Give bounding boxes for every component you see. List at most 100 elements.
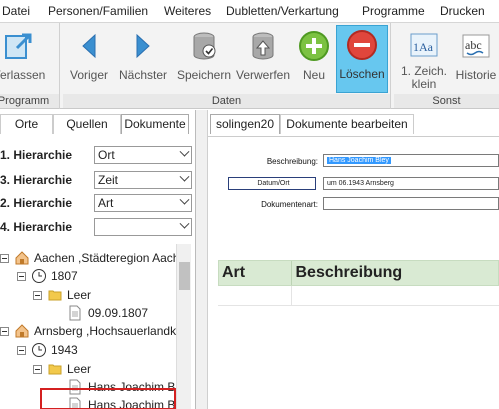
verwerfen-button[interactable]: Verwerfen [235,27,291,91]
historie-label: Historie [455,68,497,82]
beschreibung-field[interactable]: Hans Joachim Bley [323,154,499,167]
verwerfen-label: Verwerfen [235,68,291,82]
tree-node-label: 1807 [51,269,78,283]
chevron-down-icon [179,218,190,229]
menu-bar: Datei Personen/Familien Weiteres Dublett… [0,0,499,22]
dokumentenart-field[interactable] [323,197,499,210]
voriger-label: Voriger [69,68,109,82]
verlassen-button[interactable]: Verlassen [0,27,52,91]
tree-node[interactable]: Aachen ,Städteregion Aach [0,249,176,267]
voriger-button[interactable]: Voriger [65,27,113,91]
hierarchy-3-select[interactable]: Art [94,194,192,212]
house-icon [15,324,29,338]
grid-col-beschreibung[interactable]: Beschreibung [292,261,498,285]
plus-icon [297,29,331,63]
hierarchy-1-value: Ort [98,148,115,162]
menu-dubletten-verkartung[interactable]: Dubletten/Verkartung [226,4,339,18]
clock-icon [32,343,46,357]
hierarchy-1-label: 1. Hierarchie [0,148,73,162]
neu-button[interactable]: Neu [293,27,335,91]
arrow-right-icon [126,29,160,63]
menu-personen-familien[interactable]: Personen/Familien [48,4,148,18]
beschreibung-label: Beschreibung: [266,157,318,166]
speichern-button[interactable]: Speichern [173,27,235,91]
neu-label: Neu [302,68,325,82]
ribbon: Verlassen Programm Voriger Nächster [0,22,499,109]
selection-highlight-box [40,388,176,409]
datum-ort-label: Datum/Ort [257,180,290,187]
historie-button[interactable]: abc Historie [452,27,499,91]
collapse-icon[interactable] [33,364,42,374]
ribbon-group-daten: Voriger Nächster Speichern Verwerfen Neu… [63,23,391,109]
arrow-left-icon [72,29,106,63]
spellcheck-icon: abc [459,29,493,63]
ribbon-group-programm: Verlassen Programm [0,23,60,109]
collapse-icon[interactable] [17,345,26,355]
tree-node-label: Leer [67,288,92,302]
collapse-icon[interactable] [0,326,9,336]
loeschen-button[interactable]: Löschen [336,25,388,93]
tree-node[interactable]: 1807 [17,267,78,285]
tree-node-label: Leer [67,362,92,376]
menu-programme[interactable]: Programme [362,4,425,18]
erste-zeichen-label-line2: klein [411,77,437,91]
hierarchy-row-1: 1. Hierarchie Ort [0,146,192,164]
datum-ort-value: um 06.1943 Arnsberg [327,180,394,187]
minus-icon [345,28,379,62]
grid-row[interactable] [218,286,499,306]
panel-splitter[interactable] [196,110,208,409]
hierarchy-row-3: 2. Hierarchie Art [0,194,192,212]
collapse-icon[interactable] [17,271,26,281]
hierarchy-3-label: 2. Hierarchie [0,196,73,210]
tab-quellen[interactable]: Quellen [53,114,121,134]
hierarchy-3-value: Art [98,196,114,210]
tree-node[interactable]: 1943 [17,341,78,359]
tab-orte[interactable]: Orte [0,114,53,134]
tab-dokumente-bearbeiten[interactable]: Dokumente bearbeiten [280,114,414,134]
left-panel: Orte Quellen Dokumente 1. Hierarchie Ort… [0,110,196,409]
tab-solingen20[interactable]: solingen20 [210,114,280,134]
dokumentenart-label: Dokumentenart: [261,200,318,209]
spellcheck-icon-text: abc [465,38,482,52]
menu-weiteres[interactable]: Weiteres [164,4,211,18]
tree-scrollbar[interactable] [176,244,191,409]
sonst-group-label: Sonst [394,94,499,108]
chevron-down-icon [179,171,190,182]
datum-ort-field[interactable]: um 06.1943 Arnsberg [323,177,499,190]
document-form: Beschreibung: Hans Joachim Bley Datum/Or… [208,136,499,346]
collapse-icon[interactable] [0,253,9,263]
house-icon [15,251,29,265]
tree-node-label: 09.09.1807 [88,306,149,320]
tree-node[interactable]: 09.09.1807 [68,304,148,322]
datum-ort-button[interactable]: Datum/Ort [228,177,316,190]
save-db-icon [187,29,221,63]
hierarchy-2-select[interactable]: Zeit [94,171,192,189]
grid-col-art[interactable]: Art [219,261,293,285]
menu-datei[interactable]: Datei [2,4,30,18]
tree-scrollbar-thumb[interactable] [179,262,190,290]
tree-node[interactable]: Leer [33,286,91,304]
exit-icon [2,29,36,63]
loeschen-label: Löschen [339,67,385,81]
clock-icon [32,269,46,283]
discard-db-icon [246,29,280,63]
case-icon: 1Aa [407,29,441,61]
programm-group-label: Programm [0,94,59,108]
document-tree: Aachen ,Städteregion Aach 1807 Leer 09.0… [0,244,176,409]
naechster-button[interactable]: Nächster [115,27,171,91]
document-icon [69,305,81,321]
tree-node[interactable]: Leer [33,360,91,378]
menu-drucken[interactable]: Drucken [440,4,485,18]
erste-zeichen-klein-button[interactable]: 1Aa 1. Zeich. klein [398,27,450,91]
case-icon-text: 1Aa [413,40,434,54]
tree-node-label: 1943 [51,343,78,357]
daten-group-label: Daten [63,94,390,108]
tree-node[interactable]: Arnsberg ,Hochsauerlandk [0,322,176,340]
folder-icon [48,364,62,375]
hierarchy-4-select[interactable] [94,218,192,236]
collapse-icon[interactable] [33,290,42,300]
hierarchy-4-label: 4. Hierarchie [0,220,73,234]
beschreibung-value: Hans Joachim Bley [327,157,391,164]
hierarchy-1-select[interactable]: Ort [94,146,192,164]
tab-dokumente[interactable]: Dokumente [121,114,189,134]
